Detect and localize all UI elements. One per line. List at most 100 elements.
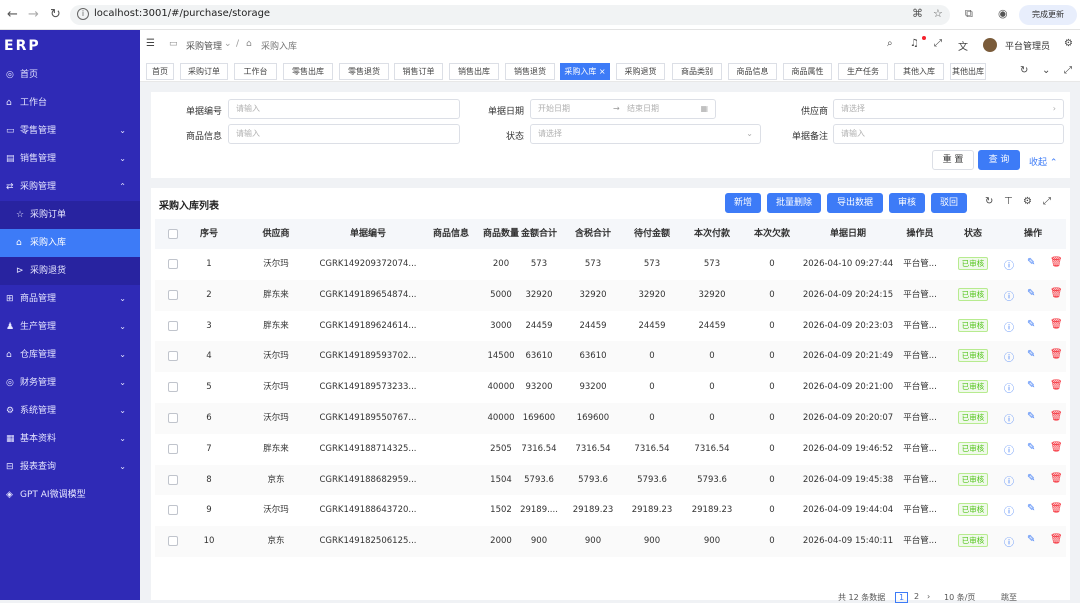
row-checkbox[interactable] [168,536,178,547]
delete-icon[interactable]: 🗑 [1050,442,1063,453]
tab-10[interactable]: 商品类别 [672,63,722,80]
table-row[interactable]: 9 沃尔玛 CGRK149188643720... 1502 29189.... 2918… [155,495,1066,527]
edit-icon[interactable]: ✎ [1027,380,1035,391]
sidebar-item-warehouse[interactable]: ⌂ 仓库管理 ⌄ [0,341,140,369]
profile-icon[interactable]: ◉ [998,7,1008,20]
table-row[interactable]: 6 沃尔玛 CGRK149189550767... 40000 169600 169600… [155,403,1066,434]
tab-1[interactable]: 采购订单 [180,63,228,80]
delete-icon[interactable]: 🗑 [1050,257,1063,268]
sidebar-item-retail[interactable]: ▭ 零售管理 ⌄ [0,117,140,145]
settings-icon[interactable]: ⚙ [1023,196,1032,207]
delete-icon[interactable]: 🗑 [1050,319,1063,330]
row-checkbox[interactable] [168,382,178,393]
edit-icon[interactable]: ✎ [1027,257,1035,268]
delete-icon[interactable]: 🗑 [1050,288,1063,299]
info-icon[interactable]: ⓘ [1004,349,1014,364]
tab-0[interactable]: 首页 [146,63,174,80]
bill-no-input[interactable]: 请输入 [228,99,460,119]
delete-icon[interactable]: 🗑 [1050,411,1063,422]
batch-delete-button[interactable]: 批量删除 [767,193,821,213]
user-name[interactable]: 平台管理员 [1005,39,1050,52]
edit-icon[interactable]: ✎ [1027,411,1035,422]
table-row[interactable]: 1 沃尔玛 CGRK149209372074... 200 573 573 573 573 0 2… [155,249,1066,280]
chevron-down-icon[interactable]: ⌄ [1042,65,1050,76]
avatar[interactable] [983,38,997,52]
search-icon[interactable]: ⌕ [887,38,893,49]
tab-12[interactable]: 商品属性 [783,63,832,80]
extensions-icon[interactable]: ⧉ [965,7,973,21]
sidebar-item-system[interactable]: ⚙ 系统管理 ⌄ [0,397,140,425]
delete-icon[interactable]: 🗑 [1050,503,1063,514]
sidebar-item-purchase-order[interactable]: ☆ 采购订单 [0,201,140,229]
back-icon[interactable]: ← [7,7,18,23]
update-button[interactable]: 完成更新 [1019,5,1077,25]
reload-icon[interactable]: ↻ [50,7,61,23]
edit-icon[interactable]: ✎ [1027,288,1035,299]
table-row[interactable]: 3 胖东来 CGRK149189624614... 3000 24459 24459 244… [155,310,1066,342]
column-header[interactable]: 操作员 [895,219,945,249]
refresh-icon[interactable]: ↻ [1020,65,1028,76]
collapse-link[interactable]: 收起 ⌃ [1029,155,1057,168]
row-checkbox[interactable] [168,443,178,454]
column-header[interactable]: 单据编号 [313,219,423,249]
table-row[interactable]: 5 沃尔玛 CGRK149189573233... 40000 93200 93200 0 0… [155,372,1066,404]
refresh-icon[interactable]: ↻ [985,196,993,207]
column-header[interactable]: 操作 [1003,219,1063,249]
info-icon[interactable]: ⓘ [1004,380,1014,395]
address-bar[interactable]: i localhost:3001/#/purchase/storage [70,5,950,25]
select-all-checkbox[interactable] [168,229,178,239]
fullscreen-icon[interactable]: ⤢ [1043,196,1051,207]
reject-button[interactable]: 驳回 [931,193,967,213]
sidebar-item-purchase[interactable]: ⇄ 采购管理 ⌃ [0,173,140,201]
tab-6[interactable]: 销售出库 [449,63,499,80]
column-header[interactable]: 单据日期 [800,219,896,249]
info-icon[interactable]: ⓘ [1004,411,1014,426]
info-icon[interactable]: ⓘ [1004,473,1014,488]
column-header[interactable]: 待付金额 [626,219,678,249]
row-checkbox[interactable] [168,351,178,362]
supplier-select[interactable]: 请选择 › [833,99,1064,119]
reset-button[interactable]: 重 置 [932,150,974,170]
tab-5[interactable]: 销售订单 [394,63,443,80]
info-icon[interactable]: ⓘ [1004,288,1014,303]
row-checkbox[interactable] [168,505,178,516]
delete-icon[interactable]: 🗑 [1050,473,1063,484]
tab-11[interactable]: 商品信息 [728,63,777,80]
column-header[interactable]: 金额合计 [519,219,559,249]
sidebar-item-basic-data[interactable]: ▦ 基本资料 ⌄ [0,425,140,453]
sidebar-item-gpt-model[interactable]: ◈ GPT AI微调模型 [0,481,140,509]
forward-icon[interactable]: → [28,7,39,23]
tab-3[interactable]: 零售出库 [283,63,333,80]
maximize-icon[interactable]: ⤢ [1064,65,1072,76]
menu-toggle-icon[interactable]: ☰ [146,38,155,49]
tab-15[interactable]: 其他出库 [950,63,986,80]
info-icon[interactable]: ⓘ [1004,534,1014,549]
status-select[interactable]: 请选择 ⌄ [530,124,761,144]
tab-2[interactable]: 工作台 [234,63,277,80]
tab-9[interactable]: 采购退货 [616,63,665,80]
row-checkbox[interactable] [168,320,178,331]
info-icon[interactable]: i [77,8,89,20]
info-icon[interactable]: ⓘ [1004,319,1014,334]
edit-icon[interactable]: ✎ [1027,534,1035,545]
tab-7[interactable]: 销售退货 [505,63,555,80]
column-header[interactable]: 供应商 [246,219,306,249]
density-icon[interactable]: ⊤ [1004,196,1013,207]
product-input[interactable]: 请输入 [228,124,460,144]
table-row[interactable]: 2 胖东来 CGRK149189654874... 5000 32920 32920 329… [155,279,1066,311]
approve-button[interactable]: 审核 [889,193,925,213]
settings-icon[interactable]: ⚙ [1064,38,1073,49]
sidebar-item-purchase-storage[interactable]: ⌂ 采购入库 [0,229,140,257]
sidebar-item-home[interactable]: ◎ 首页 [0,61,140,89]
add-button[interactable]: 新增 [725,193,761,213]
sidebar-item-production[interactable]: ♟ 生产管理 ⌄ [0,313,140,341]
column-header[interactable]: 状态 [953,219,993,249]
table-row[interactable]: 4 沃尔玛 CGRK149189593702... 14500 63610 63610 0 0… [155,341,1066,373]
row-checkbox[interactable] [168,474,178,485]
table-row[interactable]: 8 京东 CGRK149188682959... 1504 5793.6 5793.6 57… [155,464,1066,496]
tab-14[interactable]: 其他入库 [894,63,944,80]
info-icon[interactable]: ⓘ [1004,503,1014,518]
edit-icon[interactable]: ✎ [1027,319,1035,330]
sidebar-item-workbench[interactable]: ⌂ 工作台 [0,89,140,117]
delete-icon[interactable]: 🗑 [1050,349,1063,360]
